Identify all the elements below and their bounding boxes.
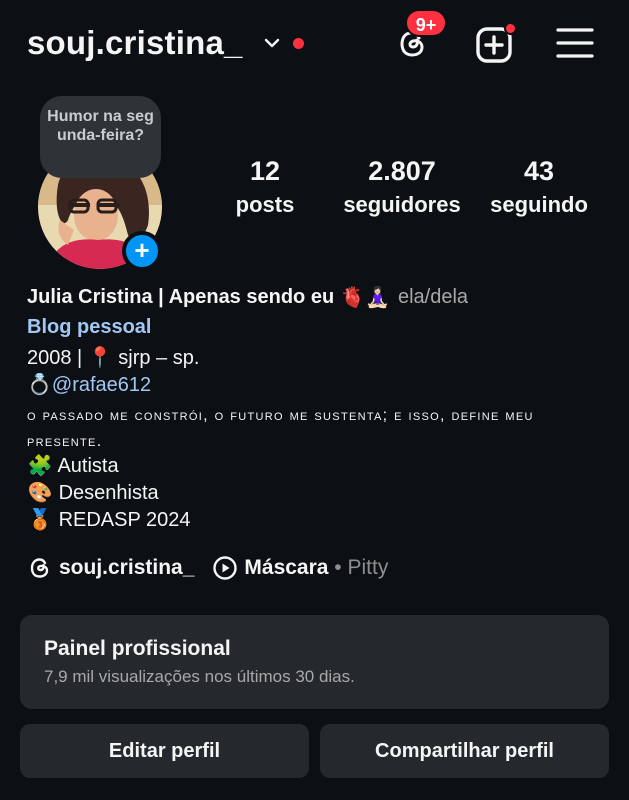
location-pin-icon: 📍 bbox=[87, 347, 113, 369]
stat-followers-value: 2.807 bbox=[368, 156, 436, 186]
stat-following-label: seguindo bbox=[490, 192, 588, 217]
location-year: 2008 | bbox=[27, 347, 88, 369]
mention-line: 💍@rafae612 bbox=[27, 372, 151, 397]
professional-dashboard[interactable]: Painel profissional 7,9 mil visualizaçõe… bbox=[20, 615, 609, 709]
ring-icon: 💍 bbox=[27, 374, 52, 396]
song-artist[interactable]: Pitty bbox=[347, 556, 388, 580]
bio-line-text: REDASP 2024 bbox=[58, 509, 191, 531]
song-separator: • bbox=[328, 556, 348, 579]
stat-following[interactable]: 43 seguindo bbox=[484, 152, 594, 220]
bio-line-redasp: 🥉 REDASP 2024 bbox=[27, 507, 191, 532]
threads-icon[interactable] bbox=[27, 555, 53, 581]
puzzle-icon: 🧩 bbox=[27, 455, 53, 477]
mention-link[interactable]: @rafae612 bbox=[52, 374, 151, 396]
add-post-notification-dot bbox=[504, 22, 517, 35]
profile-song-title[interactable]: Máscara bbox=[244, 556, 328, 580]
play-circle-icon[interactable] bbox=[212, 555, 238, 581]
bio-line-text: Desenhista bbox=[58, 482, 159, 504]
edit-profile-button[interactable]: Editar perfil bbox=[20, 724, 309, 778]
top-bar: souj.cristina_ 9+ bbox=[0, 0, 629, 90]
profile-name-line: Julia Cristina | Apenas sendo eu 🫀🧘🏻‍♀️ … bbox=[27, 285, 468, 310]
profile-category[interactable]: Blog pessoal bbox=[27, 316, 151, 339]
stat-followers-label: seguidores bbox=[343, 192, 461, 217]
bio-line-autista: 🧩 Autista bbox=[27, 453, 119, 478]
add-story-button[interactable]: + bbox=[122, 231, 162, 271]
professional-dashboard-subtitle: 7,9 mil visualizações nos últimos 30 dia… bbox=[44, 667, 355, 686]
account-switcher-username[interactable]: souj.cristina_ bbox=[27, 24, 243, 62]
pronouns: ela/dela bbox=[397, 286, 469, 308]
threads-handle-link[interactable]: souj.cristina_ bbox=[59, 556, 194, 580]
stat-following-value: 43 bbox=[523, 156, 555, 186]
menu-icon[interactable] bbox=[556, 26, 594, 60]
stat-posts-value: 12 bbox=[249, 156, 281, 186]
account-notification-dot bbox=[293, 38, 304, 49]
bio-line-desenhista: 🎨 Desenhista bbox=[27, 480, 159, 505]
stat-posts-label: posts bbox=[235, 192, 295, 217]
share-profile-button[interactable]: Compartilhar perfil bbox=[320, 724, 609, 778]
notification-badge[interactable]: 9+ bbox=[405, 9, 447, 37]
location-line: 2008 | 📍 sjrp – sp. bbox=[27, 345, 199, 370]
palette-icon: 🎨 bbox=[27, 482, 53, 504]
profile-links-row: souj.cristina_ Máscara • Pitty bbox=[27, 553, 388, 583]
stat-followers[interactable]: 2.807 seguidores bbox=[332, 152, 472, 220]
bio-line-text: Autista bbox=[57, 455, 119, 477]
bio-quote: O PASSADO ME CONSTRÓI, O FUTURO ME SUSTE… bbox=[27, 407, 534, 450]
profile-display-name: Julia Cristina | Apenas sendo eu bbox=[27, 286, 335, 308]
bronze-medal-icon: 🥉 bbox=[27, 509, 53, 531]
chevron-down-icon[interactable] bbox=[262, 33, 282, 53]
location-text: sjrp – sp. bbox=[112, 347, 200, 369]
name-emojis: 🫀🧘🏻‍♀️ bbox=[340, 287, 390, 309]
profile-page: souj.cristina_ 9+ + Humor na segunda-fei… bbox=[0, 0, 629, 800]
professional-dashboard-title: Painel profissional bbox=[44, 637, 231, 660]
stat-posts[interactable]: 12 posts bbox=[225, 152, 305, 220]
profile-note-bubble[interactable]: Humor na segunda-feira? bbox=[40, 96, 161, 178]
